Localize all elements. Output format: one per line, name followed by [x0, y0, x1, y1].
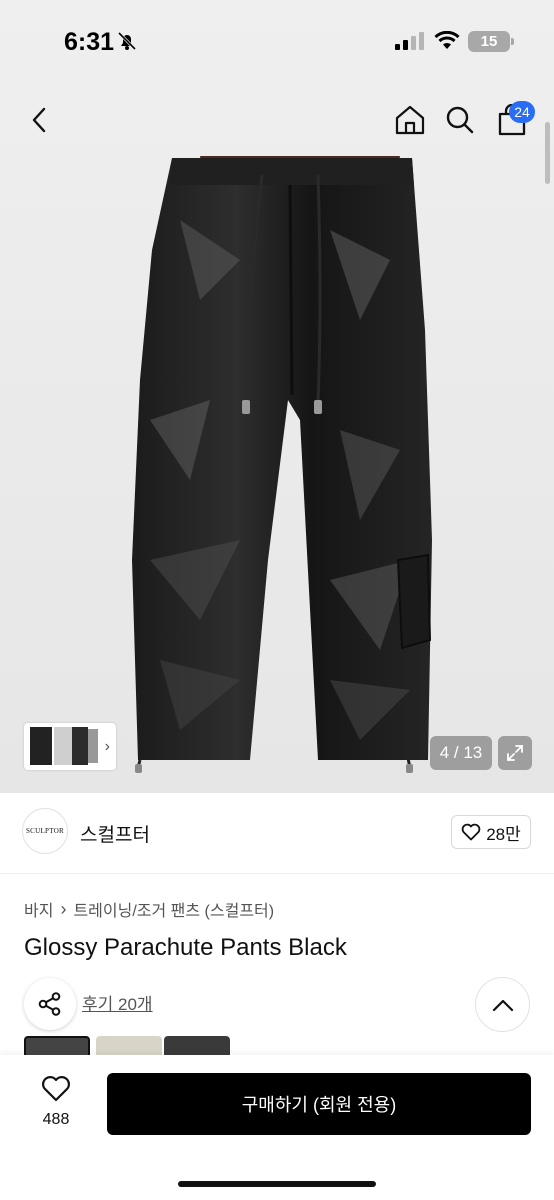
- brand-row: SCULPTOR 스컬프터 28만: [0, 808, 554, 858]
- top-navigation: [0, 96, 554, 146]
- expand-button[interactable]: [498, 736, 532, 770]
- scroll-top-button[interactable]: [475, 977, 530, 1032]
- review-photo[interactable]: [96, 1036, 162, 1056]
- home-icon: [395, 105, 425, 135]
- heart-icon: [42, 1076, 70, 1102]
- review-photo[interactable]: [164, 1036, 230, 1056]
- heart-icon: [461, 823, 481, 841]
- chevron-up-icon: [492, 999, 513, 1011]
- bell-slash-icon: [117, 31, 137, 51]
- bottom-action-bar: 488 구매하기 (회원 전용): [0, 1055, 554, 1200]
- wifi-icon: [434, 31, 460, 49]
- status-time: 6:31: [64, 28, 115, 56]
- share-icon: [38, 992, 61, 1016]
- brand-like-count: 28만: [486, 824, 521, 844]
- wishlist-button[interactable]: 488: [28, 1075, 84, 1129]
- share-button[interactable]: [24, 978, 76, 1030]
- chevron-left-icon: [32, 107, 46, 133]
- gallery-thumbnail-strip[interactable]: ›: [24, 723, 116, 770]
- back-button[interactable]: [18, 96, 62, 144]
- chevron-right-icon: ›: [104, 738, 110, 755]
- breadcrumb: 바지 › 트레이닝/조거 팬츠 (스컬프터): [24, 897, 274, 921]
- breadcrumb-subcategory[interactable]: 트레이닝/조거 팬츠 (스컬프터): [73, 897, 274, 921]
- signal-icon: [395, 32, 424, 50]
- search-button[interactable]: [438, 96, 482, 144]
- brand-name[interactable]: 스컬프터: [80, 820, 150, 847]
- battery-indicator: 15: [468, 31, 510, 52]
- thumbnail-image: [30, 727, 98, 765]
- status-bar: 6:31 15: [0, 0, 554, 84]
- review-photo-strip: [24, 1036, 254, 1056]
- buy-button[interactable]: 구매하기 (회원 전용): [107, 1073, 531, 1135]
- cart-count-badge: 24: [509, 101, 535, 123]
- home-indicator: [178, 1181, 376, 1187]
- chevron-right-icon: ›: [60, 898, 67, 919]
- breadcrumb-category[interactable]: 바지: [24, 897, 53, 921]
- wishlist-count: 488: [42, 1111, 70, 1128]
- brand-like-button[interactable]: 28만: [451, 815, 531, 849]
- expand-icon: [507, 745, 523, 761]
- search-icon: [446, 106, 474, 134]
- brand-logo[interactable]: SCULPTOR: [22, 808, 68, 854]
- reviews-link[interactable]: 후기 20개: [82, 990, 153, 1015]
- section-divider: [0, 873, 554, 874]
- battery-tip: [511, 38, 514, 45]
- image-counter: 4 / 13: [430, 736, 492, 770]
- product-title: Glossy Parachute Pants Black: [24, 934, 347, 961]
- review-photo[interactable]: [24, 1036, 90, 1056]
- home-button[interactable]: [388, 96, 432, 144]
